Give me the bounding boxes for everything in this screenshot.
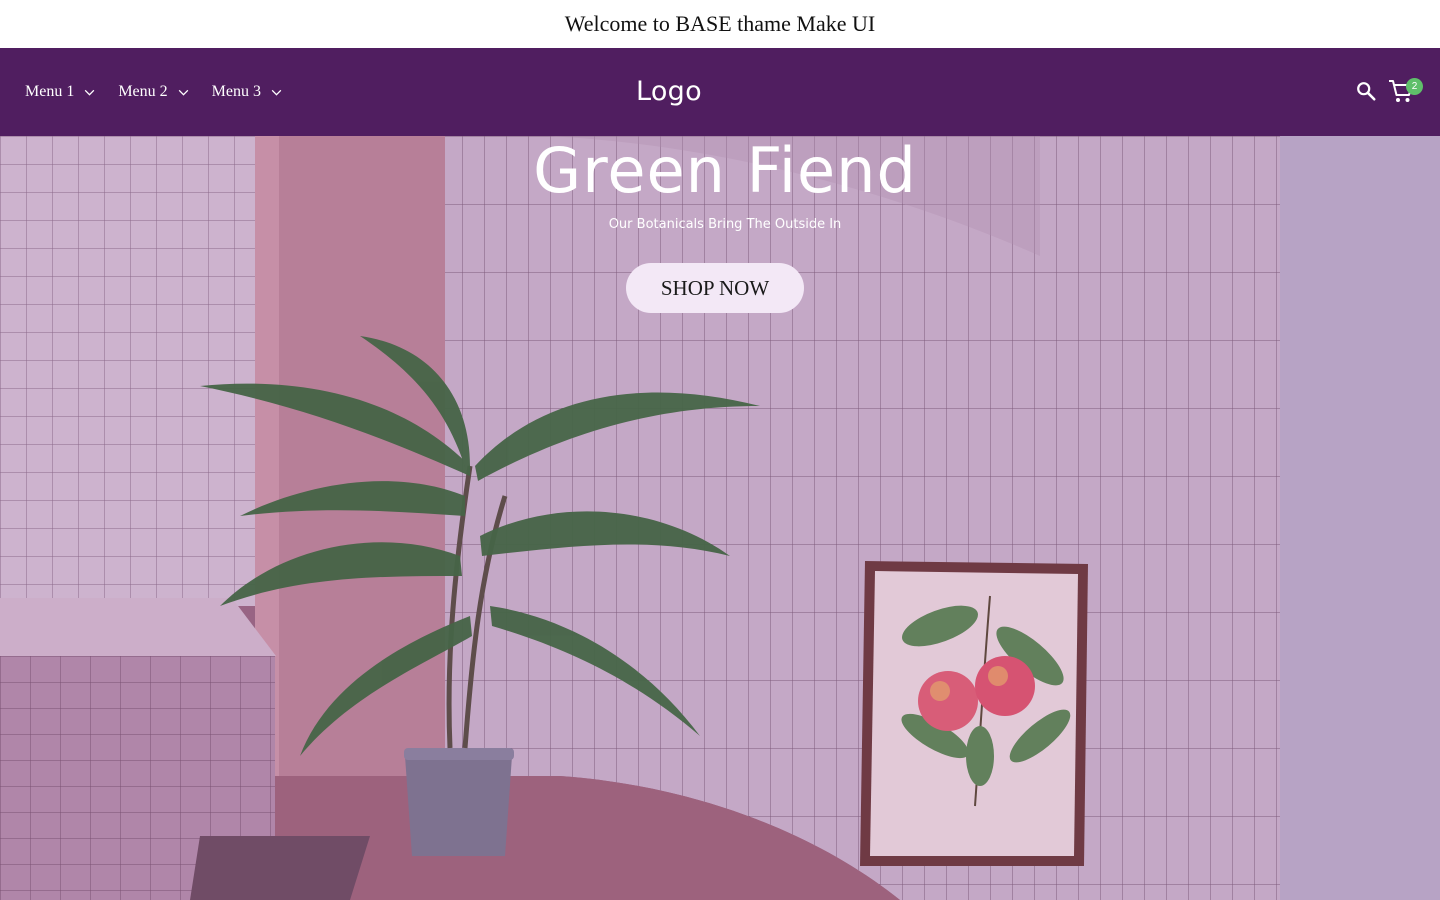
hero-image — [0, 136, 1280, 900]
side-panel — [1280, 136, 1440, 900]
announcement-bar: Welcome to BASE thame Make UI — [0, 0, 1440, 48]
nav-menu-3[interactable]: Menu 3 — [212, 83, 283, 101]
announcement-text: Welcome to BASE thame Make UI — [564, 11, 876, 36]
main-nav: Menu 1 Menu 2 Menu 3 — [25, 48, 305, 136]
site-header: Menu 1 Menu 2 Menu 3 Logo — [0, 48, 1440, 136]
hero-banner — [0, 136, 1280, 900]
nav-menu-2[interactable]: Menu 2 — [118, 83, 189, 101]
chevron-down-icon — [85, 89, 95, 96]
site-logo[interactable]: Logo — [636, 70, 702, 114]
nav-menu-2-label: Menu 2 — [118, 83, 168, 100]
cart-count-badge: 2 — [1406, 78, 1423, 95]
chevron-down-icon — [178, 89, 188, 96]
hero-title: Green Fiend — [533, 134, 917, 207]
chevron-down-icon — [271, 89, 282, 96]
nav-menu-3-label: Menu 3 — [211, 83, 261, 100]
hero-subtitle: Our Botanicals Bring The Outside In — [608, 217, 842, 232]
search-icon[interactable] — [1355, 80, 1377, 102]
shop-now-button[interactable]: SHOP NOW — [626, 263, 804, 313]
nav-menu-1-label: Menu 1 — [25, 83, 75, 100]
nav-menu-1[interactable]: Menu 1 — [25, 83, 96, 101]
